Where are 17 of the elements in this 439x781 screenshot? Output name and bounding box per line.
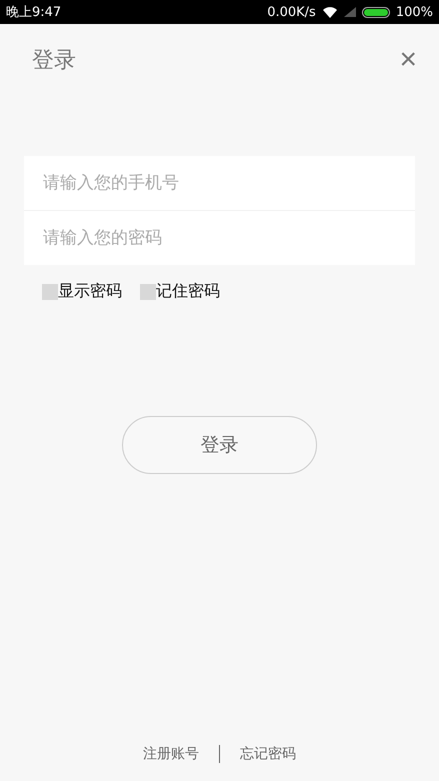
signal-icon: [344, 7, 356, 17]
checkbox-label: 显示密码: [58, 281, 122, 302]
close-button[interactable]: ×: [399, 46, 417, 74]
battery-icon: [362, 6, 390, 18]
checkbox-label: 记住密码: [156, 281, 220, 302]
login-button[interactable]: 登录: [122, 416, 317, 474]
network-speed: 0.00K/s: [267, 4, 316, 20]
checkbox[interactable]: [42, 284, 58, 300]
page-title: 登录: [32, 47, 76, 75]
checkbox[interactable]: [140, 284, 156, 300]
wifi-icon: [322, 6, 338, 18]
input-field[interactable]: 请输入您的密码: [24, 211, 415, 265]
input-field[interactable]: 请输入您的手机号: [24, 156, 415, 210]
footer-link[interactable]: 忘记密码: [240, 745, 296, 763]
footer-link[interactable]: 注册账号: [143, 745, 199, 763]
battery-percent: 100%: [396, 4, 433, 20]
clock-time: 晚上9:47: [6, 4, 62, 21]
